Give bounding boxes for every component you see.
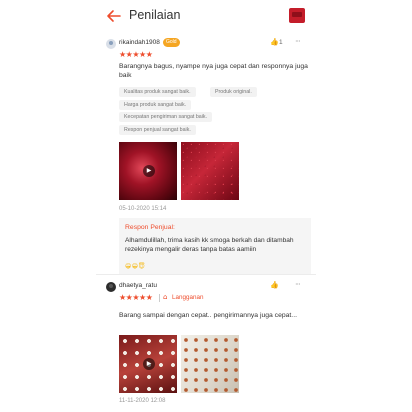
- review-date: 05-10-2020 15:14: [119, 206, 167, 212]
- review-video-thumbnail[interactable]: ▶: [119, 335, 177, 393]
- review-divider: [96, 274, 316, 275]
- page-title: Penilaian: [129, 8, 181, 22]
- subscription-label: Langganan: [172, 294, 204, 301]
- review-screen: Penilaian rikaindah1908 Gold 👍 1 ··· ★★★…: [96, 0, 316, 412]
- review-tag: Produk original.: [210, 87, 257, 97]
- play-icon[interactable]: ▶: [143, 165, 155, 177]
- more-options-icon[interactable]: ···: [295, 280, 301, 289]
- reviewer-username: rikaindah1908: [119, 39, 160, 46]
- separator: [159, 294, 160, 302]
- review-photo-thumbnail[interactable]: [181, 335, 239, 393]
- review-tag: Respon penjual sangat baik.: [119, 125, 196, 135]
- seller-response: Respon Penjual: Alhamdulillah, trima kas…: [119, 218, 311, 274]
- more-options-icon[interactable]: ···: [295, 37, 301, 46]
- thumbs-up-icon[interactable]: 👍: [270, 38, 279, 46]
- review-tag: Kualitas produk sangat baik.: [119, 87, 196, 97]
- gold-badge: Gold: [163, 38, 180, 47]
- review-text: Barang sampai dengan cepat.. pengirimann…: [119, 312, 297, 319]
- reviewer-username: dhaetya_ratu: [119, 282, 157, 289]
- app-header: Penilaian: [96, 0, 316, 34]
- rating-stars: ★★★★★: [119, 293, 153, 302]
- review-date: 11-11-2020 12:08: [119, 398, 166, 404]
- review-tag: Harga produk sangat baik.: [119, 100, 192, 110]
- arrow-left-icon[interactable]: [104, 6, 124, 26]
- avatar[interactable]: [106, 282, 116, 292]
- review-photo-thumbnail[interactable]: [181, 142, 239, 200]
- thumbs-up-icon[interactable]: 👍: [270, 281, 279, 289]
- subscription-icon: ⌂: [163, 293, 168, 301]
- seller-response-text: Alhamdulillah, trima kasih kk smoga berk…: [125, 237, 294, 253]
- cart-icon[interactable]: [289, 8, 305, 23]
- rating-stars: ★★★★★: [119, 50, 153, 59]
- review-video-thumbnail[interactable]: ▶: [119, 142, 177, 200]
- review-tag: Kecepatan pengiriman sangat baik.: [119, 112, 213, 122]
- avatar[interactable]: [106, 39, 116, 49]
- seller-response-title: Respon Penjual:: [125, 224, 175, 231]
- review-text: Barangnya bagus, nyampe nya juga cepat d…: [119, 63, 308, 79]
- like-count: 1: [279, 39, 283, 46]
- play-icon[interactable]: ▶: [143, 358, 155, 370]
- seller-response-emojis: 😁😁😇: [125, 263, 146, 270]
